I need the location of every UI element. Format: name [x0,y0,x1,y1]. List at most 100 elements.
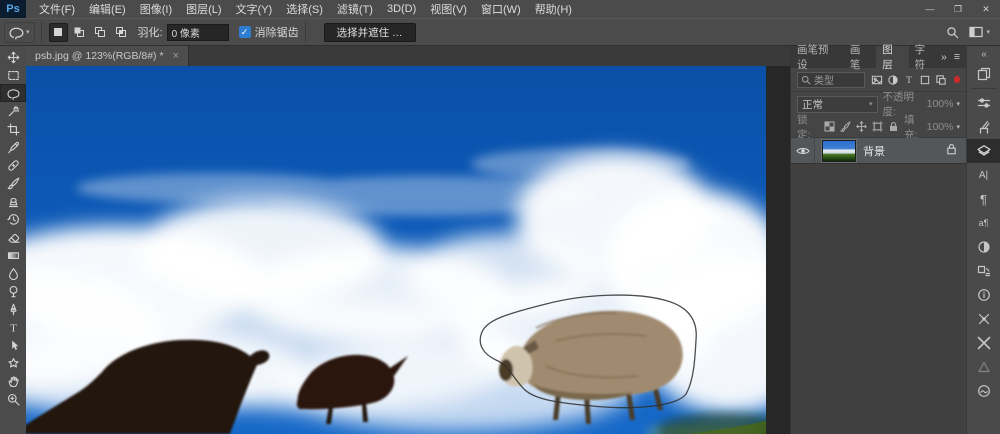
canvas-image[interactable] [26,66,766,434]
tool-lasso[interactable] [0,84,26,102]
minimize-icon[interactable]: — [916,0,944,18]
menu-edit[interactable]: 编辑(E) [82,0,133,18]
tool-history-brush[interactable] [0,210,26,228]
tool-pen[interactable] [0,300,26,318]
tool-quick-selection[interactable] [0,102,26,120]
feather-input[interactable] [167,24,229,41]
antialias-checkbox[interactable]: ✓ [239,26,251,38]
lock-all-icon[interactable] [888,121,899,132]
search-icon[interactable] [946,26,959,39]
panel-menu-icon[interactable]: ≡ [954,51,960,63]
subtract-from-selection-button[interactable] [91,23,110,42]
creative-cloud-icon[interactable] [967,379,1000,403]
fill-control[interactable]: 填充: 100% ▾ [904,112,960,142]
menu-filter[interactable]: 滤镜(T) [330,0,380,18]
lock-row: 锁定: 填充: 100% ▾ [791,116,966,138]
tool-horizontal-type[interactable]: T [0,318,26,336]
layers-panel-icon[interactable] [967,139,1000,163]
adjustments-panel-icon[interactable] [967,235,1000,259]
tool-spot-healing-brush[interactable] [0,156,26,174]
document-area: psb.jpg @ 123%(RGB/8#) * × [26,46,790,434]
menu-3d[interactable]: 3D(D) [380,0,423,18]
canvas[interactable] [26,66,790,434]
lock-position-icon[interactable] [856,121,867,132]
divider [971,88,997,89]
tab-brush-presets[interactable]: 画笔预设 [791,46,844,68]
close-icon[interactable]: ✕ [972,0,1000,18]
tool-clone-stamp[interactable] [0,192,26,210]
tab-brush[interactable]: 画笔 [844,46,876,68]
filter-shape-layer-icon[interactable] [919,74,931,86]
intersect-selection-button[interactable] [112,23,131,42]
paragraph-panel-icon[interactable]: ¶ [967,187,1000,211]
chevron-down-icon: ▾ [869,100,873,108]
collapse-panels-icon[interactable]: « [967,46,1000,62]
lock-transparent-pixels-icon[interactable] [824,121,835,132]
info-panel-icon[interactable] [967,283,1000,307]
tool-custom-shape[interactable] [0,354,26,372]
filter-smart-object-icon[interactable] [935,74,947,86]
tool-presets-icon[interactable] [967,307,1000,331]
workspace-switcher[interactable]: ▾ [969,26,990,38]
panel-tab-bar: 画笔预设 画笔 图层 字符 » ≡ [791,46,966,68]
panel-overflow-icon[interactable]: » [941,51,947,63]
tool-gradient[interactable] [0,246,26,264]
tool-rectangular-marquee[interactable] [0,66,26,84]
menu-layer[interactable]: 图层(L) [179,0,228,18]
select-and-mask-button[interactable]: 选择并遮住 … [324,23,416,42]
menu-select[interactable]: 选择(S) [279,0,330,18]
brush-settings-icon[interactable] [967,91,1000,115]
menu-type[interactable]: 文字(Y) [229,0,280,18]
new-selection-button[interactable] [49,23,68,42]
tool-blur[interactable] [0,264,26,282]
libraries-panel-icon[interactable] [967,355,1000,379]
filter-pixel-layer-icon[interactable] [871,74,883,86]
tab-close-icon[interactable]: × [173,50,179,62]
tool-zoom[interactable] [0,390,26,408]
brushes-panel-icon[interactable] [967,331,1000,355]
menu-view[interactable]: 视图(V) [423,0,474,18]
glyphs-panel-icon[interactable]: a¶ [967,211,1000,235]
lock-artboard-icon[interactable] [872,121,883,132]
tab-character[interactable]: 字符 [909,46,941,68]
chevron-down-icon: ▾ [956,100,960,108]
lock-label: 锁定: [797,112,819,142]
svg-text:T: T [10,322,17,334]
feather-label: 羽化: [138,24,163,40]
layer-visibility-toggle[interactable] [791,138,815,163]
lock-image-pixels-icon[interactable] [840,121,851,132]
menu-file[interactable]: 文件(F) [32,0,82,18]
menu-help[interactable]: 帮助(H) [528,0,579,18]
tool-preset-picker[interactable]: ▾ [4,22,35,43]
arrange-documents-icon[interactable] [967,62,1000,86]
blend-mode-value: 正常 [802,97,823,112]
document-tab[interactable]: psb.jpg @ 123%(RGB/8#) * × [26,46,189,66]
tool-crop[interactable] [0,120,26,138]
character-panel-icon[interactable]: A| [967,163,1000,187]
brush-presets-icon[interactable] [967,115,1000,139]
tool-eyedropper[interactable] [0,138,26,156]
menu-image[interactable]: 图像(I) [133,0,179,18]
measurement-log-icon[interactable] [967,259,1000,283]
tool-eraser[interactable] [0,228,26,246]
add-to-selection-button[interactable] [70,23,89,42]
filter-adjustment-layer-icon[interactable] [887,74,899,86]
chevron-down-icon: ▾ [26,28,30,36]
layer-row-background[interactable]: 背景 [791,138,966,164]
workspace-icon [969,26,983,38]
restore-icon[interactable]: ❐ [944,0,972,18]
tool-move[interactable] [0,48,26,66]
tab-layers[interactable]: 图层 [876,46,908,68]
tool-path-selection[interactable] [0,336,26,354]
filter-type-layer-icon[interactable]: T [903,74,915,86]
tool-brush[interactable] [0,174,26,192]
divider [305,22,306,42]
layer-thumbnail[interactable] [822,140,856,162]
tool-dodge[interactable] [0,282,26,300]
menu-window[interactable]: 窗口(W) [474,0,528,18]
tool-hand[interactable] [0,372,26,390]
panel-dock-strip: « A| ¶ a¶ [966,46,1000,434]
layer-filter-type-select[interactable]: 类型 [797,72,865,88]
filter-toggle-icon[interactable] [954,76,960,83]
blend-mode-select[interactable]: 正常 ▾ [797,96,878,113]
